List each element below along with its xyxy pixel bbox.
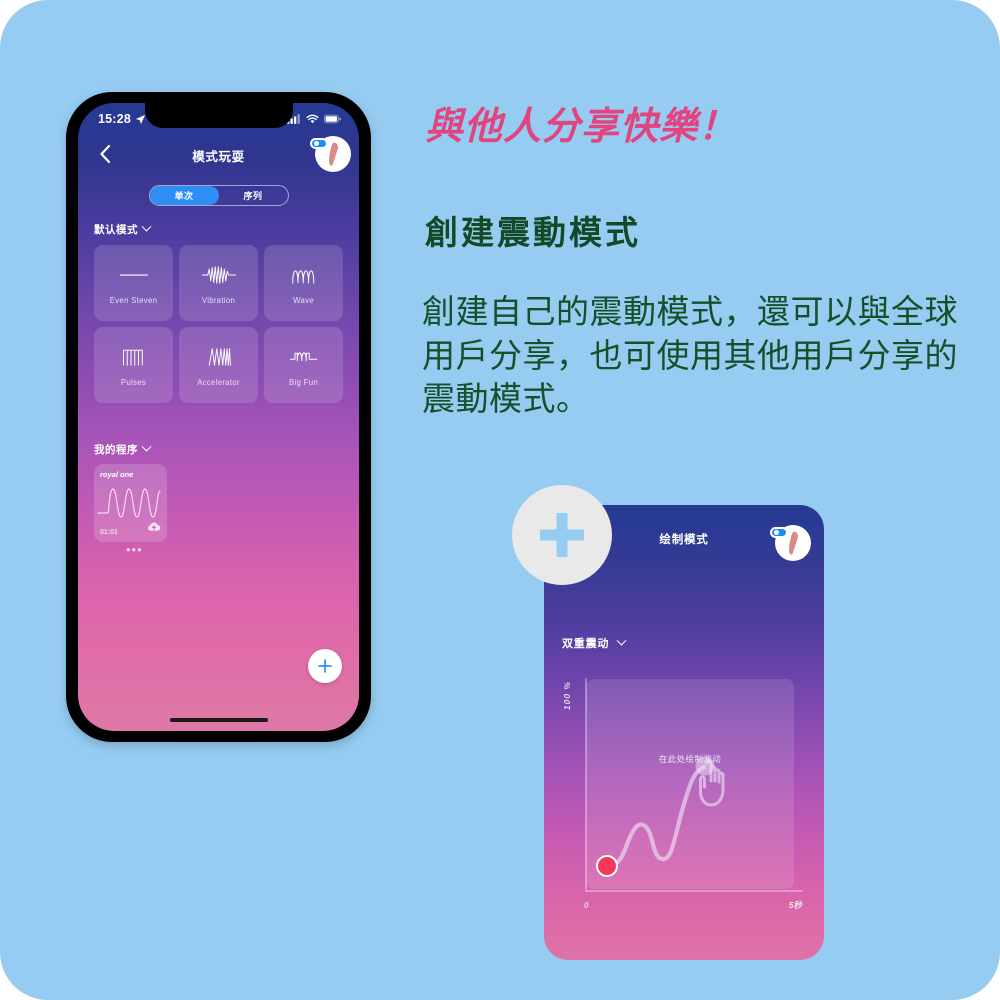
section-default-modes[interactable]: 默认模式 bbox=[94, 221, 152, 237]
add-program-fab[interactable] bbox=[308, 649, 342, 683]
plus-icon bbox=[540, 513, 584, 557]
phone-mockup: 15:28 模式玩耍 单次 序列 默认模式 Even Steven Vibrat… bbox=[66, 92, 371, 742]
section-my-programs-label: 我的程序 bbox=[94, 444, 138, 456]
vibration-mode-label: 双重震动 bbox=[562, 638, 610, 650]
mode-label: Pulses bbox=[120, 377, 147, 387]
segment-sequence[interactable]: 序列 bbox=[219, 186, 288, 205]
mode-label: Big Fun bbox=[289, 377, 318, 387]
square-pulse-icon bbox=[122, 349, 143, 366]
cloud-upload-icon[interactable] bbox=[147, 519, 161, 537]
promo-body: 創建自己的震動模式，還可以與全球用戶分享，也可使用其他用戶分享的震動模式。 bbox=[422, 293, 958, 418]
record-dot-icon[interactable] bbox=[596, 855, 618, 877]
mode-tile-big-fun[interactable]: Big Fun bbox=[264, 327, 343, 403]
program-more-button[interactable]: ••• bbox=[126, 543, 143, 556]
mode-tile-vibration[interactable]: Vibration bbox=[179, 245, 258, 321]
promo-subhead: 創建震動模式 bbox=[425, 214, 641, 251]
chevron-down-icon bbox=[141, 441, 152, 452]
status-indicators bbox=[287, 114, 341, 124]
mode-tile-wave[interactable]: Wave bbox=[264, 245, 343, 321]
x-axis-end-label: 5秒 bbox=[788, 900, 802, 910]
x-axis-start-label: 0 bbox=[584, 901, 589, 910]
mode-tile-pulses[interactable]: Pulses bbox=[94, 327, 173, 403]
toy-avatar[interactable] bbox=[310, 136, 351, 172]
phone-navbar: 模式玩耍 bbox=[78, 135, 359, 175]
plus-icon bbox=[318, 659, 332, 673]
mode-label: Vibration bbox=[201, 295, 236, 305]
big-fun-wave-icon bbox=[289, 351, 317, 361]
program-duration: 01:01 bbox=[100, 529, 118, 536]
toy-avatar[interactable] bbox=[770, 525, 811, 561]
segmented-control[interactable]: 单次 序列 bbox=[148, 185, 289, 206]
home-indicator bbox=[169, 718, 268, 722]
toggle-badge-icon bbox=[310, 138, 328, 149]
status-time-label: 15:28 bbox=[98, 112, 131, 126]
vibration-mode-dropdown[interactable]: 双重震动 bbox=[562, 635, 627, 651]
accelerating-wave-icon bbox=[208, 347, 231, 366]
toggle-badge-icon bbox=[770, 527, 788, 538]
mode-tile-accelerator[interactable]: Accelerator bbox=[179, 327, 258, 403]
phone-notch bbox=[144, 103, 293, 128]
mode-grid: Even Steven Vibration Wave Pulses Accele… bbox=[94, 245, 343, 403]
poster-canvas: 15:28 模式玩耍 单次 序列 默认模式 Even Steven Vibrat… bbox=[0, 0, 1000, 1000]
sine-wave-icon bbox=[291, 269, 314, 284]
status-time-group: 15:28 bbox=[98, 112, 146, 126]
vibration-wave-icon bbox=[201, 265, 236, 284]
draw-canvas[interactable]: 在此处绘制波动 bbox=[586, 679, 794, 889]
mode-label: Wave bbox=[293, 295, 314, 305]
flat-line-wave-icon bbox=[119, 273, 148, 276]
mode-label: Even Steven bbox=[109, 295, 158, 305]
add-pattern-badge[interactable] bbox=[512, 485, 612, 585]
segment-single[interactable]: 单次 bbox=[149, 186, 219, 205]
chevron-left-icon bbox=[100, 144, 111, 164]
chevron-down-icon bbox=[141, 221, 152, 232]
back-button[interactable] bbox=[92, 141, 118, 167]
promo-headline: 與他人分享快樂！ bbox=[425, 106, 738, 148]
wifi-icon bbox=[306, 114, 319, 124]
mode-label: Accelerator bbox=[197, 377, 240, 387]
draw-chart-area: 100 % 在此处绘制波动 0 5秒 bbox=[562, 675, 806, 927]
program-card[interactable]: royal one 01:01 bbox=[94, 464, 167, 542]
phone-screen: 15:28 模式玩耍 单次 序列 默认模式 Even Steven Vibrat… bbox=[78, 103, 359, 731]
mode-tile-even-steven[interactable]: Even Steven bbox=[94, 245, 173, 321]
drawn-waveform bbox=[605, 756, 715, 868]
hand-pointer-icon bbox=[699, 759, 725, 807]
chevron-down-icon bbox=[616, 635, 627, 646]
program-name: royal one bbox=[100, 470, 134, 479]
battery-icon bbox=[324, 114, 341, 124]
section-my-programs[interactable]: 我的程序 bbox=[94, 441, 152, 457]
section-default-modes-label: 默认模式 bbox=[94, 224, 138, 236]
